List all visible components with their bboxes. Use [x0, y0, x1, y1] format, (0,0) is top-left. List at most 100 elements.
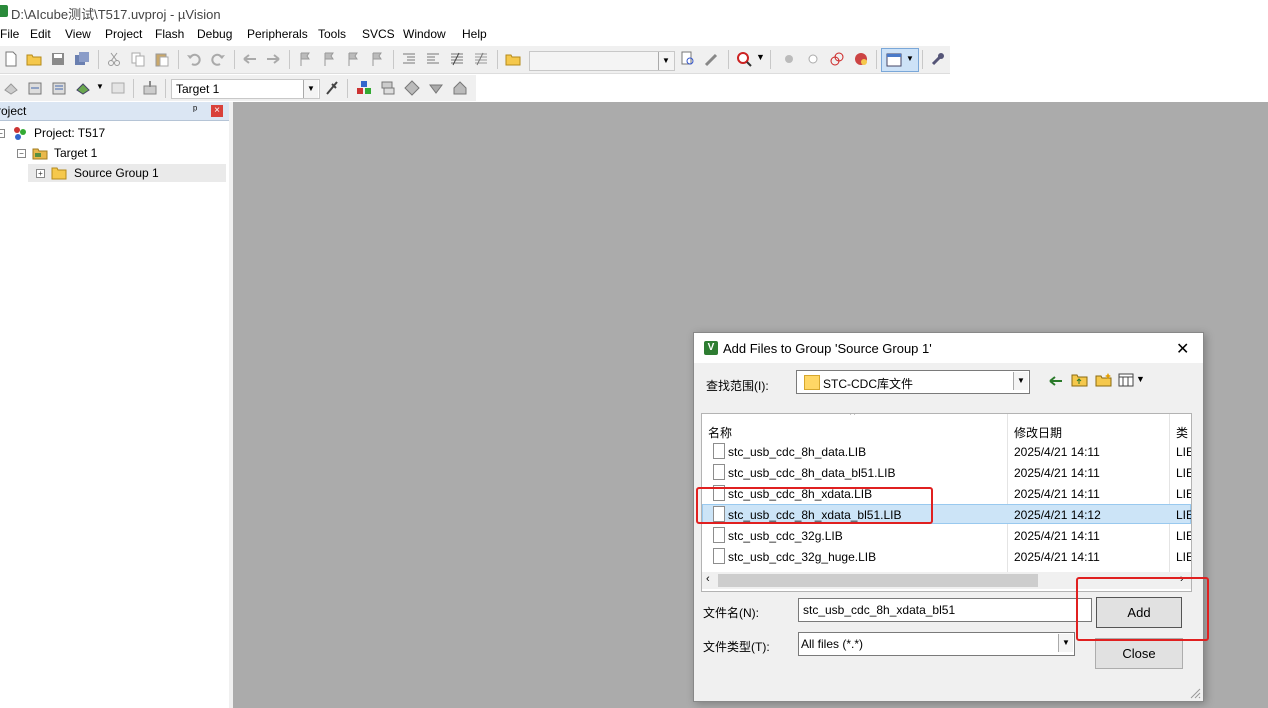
file-row[interactable]: stc_usb_cdc_32g_huge.LIB 2025/4/21 14:11… [702, 546, 1191, 566]
paste-icon[interactable] [154, 51, 170, 67]
chevron-down-icon[interactable]: ▼ [1013, 372, 1028, 390]
chevron-down-icon[interactable]: ▼ [658, 52, 673, 70]
find-in-files-icon[interactable] [505, 51, 521, 67]
menu-help[interactable]: Help [462, 27, 487, 41]
back-arrow-icon[interactable] [1048, 373, 1064, 389]
translate-icon[interactable] [3, 80, 19, 96]
new-folder-icon[interactable] [1095, 372, 1112, 388]
tree-item-target[interactable]: − Target 1 [0, 144, 229, 162]
debug-session-icon[interactable] [736, 51, 752, 67]
menu-debug[interactable]: Debug [197, 27, 232, 41]
collapse-icon[interactable]: − [17, 149, 26, 158]
breakpoint-icon[interactable] [781, 51, 797, 67]
cut-icon[interactable] [106, 51, 122, 67]
file-type-select[interactable]: All files (*.*) ▼ [798, 632, 1075, 656]
redo-icon[interactable] [210, 51, 226, 67]
toolbar-separator [165, 79, 166, 98]
target-options-icon[interactable] [324, 80, 340, 96]
column-header-modified[interactable]: 修改日期 [1014, 424, 1062, 441]
chevron-down-icon[interactable]: ▼ [96, 82, 104, 91]
resize-grip-icon[interactable] [1190, 688, 1201, 699]
bookmark-icon[interactable] [297, 51, 313, 67]
menu-peripherals[interactable]: Peripherals [247, 27, 308, 41]
uncomment-icon[interactable] [473, 51, 489, 67]
pack-icon[interactable] [452, 80, 468, 96]
save-icon[interactable] [50, 51, 66, 67]
toolbar-separator [497, 50, 498, 69]
configure-wrench-icon[interactable] [930, 51, 946, 67]
bookmark-clear-icon[interactable] [369, 51, 385, 67]
breakpoint-disable-icon[interactable] [805, 51, 821, 67]
file-name-input[interactable]: stc_usb_cdc_8h_xdata_bl51 [798, 598, 1092, 622]
batch-build-icon[interactable] [75, 80, 91, 96]
toolbar-separator [347, 79, 348, 98]
download-load-icon[interactable] [142, 80, 158, 96]
menu-project[interactable]: Project [105, 27, 142, 41]
selected-file-highlight [696, 487, 933, 524]
menu-flash[interactable]: Flash [155, 27, 184, 41]
file-row[interactable]: stc_usb_cdc_32g.LIB 2025/4/21 14:11 LIE [702, 525, 1191, 545]
file-row[interactable]: stc_usb_cdc_8h_data.LIB 2025/4/21 14:11 … [702, 441, 1191, 461]
bookmark-next-icon[interactable] [345, 51, 361, 67]
manage-project-items-icon[interactable] [356, 80, 372, 96]
expand-icon[interactable]: + [36, 169, 45, 178]
select-packs-icon[interactable] [380, 80, 396, 96]
menu-tools[interactable]: Tools [318, 27, 346, 41]
tree-item-label: Source Group 1 [74, 166, 159, 180]
nav-forward-icon[interactable] [265, 51, 281, 67]
disable-all-breakpoints-icon[interactable] [829, 51, 845, 67]
indent-icon[interactable] [401, 51, 417, 67]
toolbar-separator [133, 79, 134, 98]
rebuild-icon[interactable] [51, 80, 67, 96]
manage-rte-icon[interactable] [404, 80, 420, 96]
file-row[interactable]: stc_usb_cdc_8h_data_bl51.LIB 2025/4/21 1… [702, 462, 1191, 482]
file-name: stc_usb_cdc_8h_data_bl51.LIB [728, 466, 896, 480]
menu-svcs[interactable]: SVCS [362, 27, 395, 41]
tree-item-project[interactable]: − Project: T517 [0, 124, 229, 142]
chevron-down-icon[interactable]: ▼ [1136, 374, 1145, 384]
undo-icon[interactable] [186, 51, 202, 67]
dialog-title: Add Files to Group 'Source Group 1' [723, 341, 932, 356]
open-folder-icon[interactable] [26, 51, 42, 67]
menu-file[interactable]: File [0, 27, 19, 41]
column-header-type[interactable]: 类 [1176, 424, 1188, 441]
scrollbar-thumb[interactable] [718, 574, 1038, 587]
chevron-down-icon[interactable]: ▼ [1058, 634, 1073, 652]
toolbar-separator [876, 50, 877, 69]
bookmark-prev-icon[interactable] [321, 51, 337, 67]
incremental-find-icon[interactable] [704, 51, 720, 67]
panel-splitter[interactable] [229, 102, 233, 708]
tree-item-source-group[interactable]: + Source Group 1 [28, 164, 226, 182]
chevron-down-icon[interactable]: ▼ [756, 52, 765, 62]
look-in-select[interactable]: STC-CDC库文件 ▼ [796, 370, 1030, 394]
menu-edit[interactable]: Edit [30, 27, 51, 41]
scroll-left-icon[interactable]: ‹ [706, 573, 710, 585]
toolbar-separator [98, 50, 99, 69]
unindent-icon[interactable] [425, 51, 441, 67]
menu-window[interactable]: Window [403, 27, 446, 41]
view-menu-icon[interactable] [1118, 373, 1134, 387]
menu-view[interactable]: View [65, 27, 91, 41]
chevron-down-icon[interactable]: ▼ [303, 80, 318, 98]
close-icon[interactable]: ✕ [1176, 339, 1189, 359]
window-layout-button[interactable]: ▼ [881, 48, 919, 72]
find-combo[interactable]: ▼ [529, 51, 675, 71]
folder-icon [804, 375, 820, 390]
comment-icon[interactable] [449, 51, 465, 67]
target-select[interactable]: Target 1 ▼ [171, 79, 320, 99]
nav-back-icon[interactable] [242, 51, 258, 67]
collapse-icon[interactable]: − [0, 129, 5, 138]
copy-icon[interactable] [130, 51, 146, 67]
new-file-icon[interactable] [3, 51, 19, 67]
pin-icon[interactable]: ᵖ [193, 104, 197, 116]
close-icon[interactable]: × [211, 105, 223, 117]
kill-all-breakpoints-icon[interactable] [853, 51, 869, 67]
find-icon[interactable] [680, 51, 696, 67]
pack-installer-icon[interactable] [428, 80, 444, 96]
column-header-name[interactable]: 名称 [708, 424, 732, 441]
save-all-icon[interactable] [74, 51, 90, 67]
build-icon[interactable] [27, 80, 43, 96]
stop-build-icon[interactable] [110, 80, 126, 96]
up-folder-icon[interactable] [1071, 372, 1088, 388]
close-button[interactable]: Close [1095, 638, 1183, 669]
